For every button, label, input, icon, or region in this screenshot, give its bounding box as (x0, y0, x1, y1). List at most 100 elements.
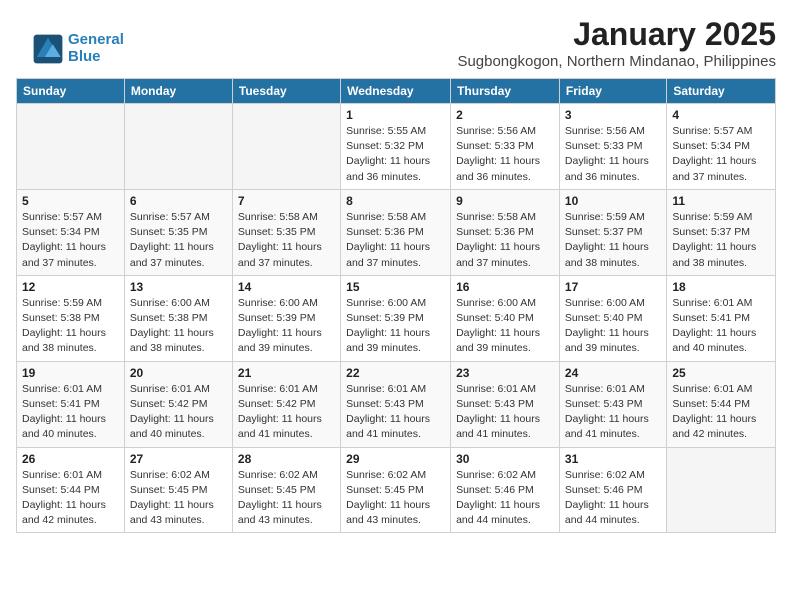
calendar-cell: 18Sunrise: 6:01 AMSunset: 5:41 PMDayligh… (667, 275, 776, 361)
weekday-header-wednesday: Wednesday (341, 79, 451, 104)
calendar-week-3: 12Sunrise: 5:59 AMSunset: 5:38 PMDayligh… (17, 275, 776, 361)
day-info: Sunrise: 6:00 AMSunset: 5:40 PMDaylight:… (565, 296, 661, 357)
day-info: Sunrise: 5:58 AMSunset: 5:35 PMDaylight:… (238, 210, 335, 271)
day-number: 2 (456, 108, 554, 122)
day-info: Sunrise: 5:58 AMSunset: 5:36 PMDaylight:… (456, 210, 554, 271)
day-number: 8 (346, 194, 445, 208)
location-subtitle: Sugbongkogon, Northern Mindanao, Philipp… (16, 53, 776, 70)
weekday-header-saturday: Saturday (667, 79, 776, 104)
calendar-cell: 20Sunrise: 6:01 AMSunset: 5:42 PMDayligh… (124, 361, 232, 447)
weekday-header-row: SundayMondayTuesdayWednesdayThursdayFrid… (17, 79, 776, 104)
day-number: 19 (22, 366, 119, 380)
day-number: 16 (456, 280, 554, 294)
calendar-cell: 4 Sunrise: 5:57 AMSunset: 5:34 PMDaylight… (667, 104, 776, 190)
logo-line1: General (68, 31, 124, 48)
weekday-header-friday: Friday (559, 79, 666, 104)
day-info: Sunrise: 6:02 AMSunset: 5:45 PMDaylight:… (346, 468, 445, 529)
calendar-cell: 27 Sunrise: 6:02 AMSunset: 5:45 PMDayligh… (124, 447, 232, 533)
day-number: 18 (672, 280, 770, 294)
day-info: Sunrise: 5:56 AMSunset: 5:33 PMDaylight:… (456, 124, 554, 185)
day-info: Sunrise: 6:00 AMSunset: 5:40 PMDaylight:… (456, 296, 554, 357)
top-section: General Blue January 2025 Sugbongkogon, … (16, 16, 776, 70)
logo-icon (32, 33, 64, 65)
calendar-cell: 1 Sunrise: 5:55 AMSunset: 5:32 PMDaylight… (341, 104, 451, 190)
day-number: 25 (672, 366, 770, 380)
calendar-cell: 29Sunrise: 6:02 AMSunset: 5:45 PMDayligh… (341, 447, 451, 533)
day-info: Sunrise: 6:01 AMSunset: 5:43 PMDaylight:… (346, 382, 445, 443)
day-number: 17 (565, 280, 661, 294)
day-info: Sunrise: 5:55 AMSunset: 5:32 PMDaylight:… (346, 124, 445, 185)
logo: General Blue (32, 32, 124, 65)
calendar-cell: 23 Sunrise: 6:01 AMSunset: 5:43 PMDayligh… (451, 361, 560, 447)
day-number: 24 (565, 366, 661, 380)
calendar-cell: 9 Sunrise: 5:58 AMSunset: 5:36 PMDaylight… (451, 189, 560, 275)
calendar-cell: 6 Sunrise: 5:57 AMSunset: 5:35 PMDaylight… (124, 189, 232, 275)
day-info: Sunrise: 5:59 AMSunset: 5:37 PMDaylight:… (672, 210, 770, 271)
calendar-cell: 15 Sunrise: 6:00 AMSunset: 5:39 PMDayligh… (341, 275, 451, 361)
calendar-cell: 21Sunrise: 6:01 AMSunset: 5:42 PMDayligh… (232, 361, 340, 447)
day-number: 28 (238, 452, 335, 466)
month-year-title: January 2025 (16, 16, 776, 53)
day-number: 13 (130, 280, 227, 294)
day-number: 5 (22, 194, 119, 208)
calendar-cell: 17 Sunrise: 6:00 AMSunset: 5:40 PMDayligh… (559, 275, 666, 361)
day-info: Sunrise: 6:01 AMSunset: 5:42 PMDaylight:… (238, 382, 335, 443)
day-info: Sunrise: 6:02 AMSunset: 5:45 PMDaylight:… (238, 468, 335, 529)
weekday-header-sunday: Sunday (17, 79, 125, 104)
calendar-cell: 3 Sunrise: 5:56 AMSunset: 5:33 PMDaylight… (559, 104, 666, 190)
day-number: 9 (456, 194, 554, 208)
day-number: 15 (346, 280, 445, 294)
day-number: 6 (130, 194, 227, 208)
day-info: Sunrise: 5:57 AMSunset: 5:35 PMDaylight:… (130, 210, 227, 271)
calendar-cell: 24 Sunrise: 6:01 AMSunset: 5:43 PMDayligh… (559, 361, 666, 447)
day-info: Sunrise: 5:58 AMSunset: 5:36 PMDaylight:… (346, 210, 445, 271)
day-info: Sunrise: 6:01 AMSunset: 5:41 PMDaylight:… (22, 382, 119, 443)
day-info: Sunrise: 6:01 AMSunset: 5:42 PMDaylight:… (130, 382, 227, 443)
day-number: 26 (22, 452, 119, 466)
day-number: 4 (672, 108, 770, 122)
calendar-week-5: 26 Sunrise: 6:01 AMSunset: 5:44 PMDayligh… (17, 447, 776, 533)
calendar-cell: 11 Sunrise: 5:59 AMSunset: 5:37 PMDayligh… (667, 189, 776, 275)
calendar-header: SundayMondayTuesdayWednesdayThursdayFrid… (17, 79, 776, 104)
calendar-cell (667, 447, 776, 533)
day-info: Sunrise: 5:57 AMSunset: 5:34 PMDaylight:… (672, 124, 770, 185)
logo-line2: Blue (68, 48, 101, 65)
day-info: Sunrise: 5:59 AMSunset: 5:38 PMDaylight:… (22, 296, 119, 357)
calendar-cell: 19 Sunrise: 6:01 AMSunset: 5:41 PMDayligh… (17, 361, 125, 447)
day-info: Sunrise: 6:00 AMSunset: 5:39 PMDaylight:… (346, 296, 445, 357)
day-info: Sunrise: 5:56 AMSunset: 5:33 PMDaylight:… (565, 124, 661, 185)
calendar-cell: 31Sunrise: 6:02 AMSunset: 5:46 PMDayligh… (559, 447, 666, 533)
day-number: 23 (456, 366, 554, 380)
day-number: 3 (565, 108, 661, 122)
calendar-body: 1 Sunrise: 5:55 AMSunset: 5:32 PMDaylight… (17, 104, 776, 533)
weekday-header-tuesday: Tuesday (232, 79, 340, 104)
day-number: 1 (346, 108, 445, 122)
calendar-cell: 12Sunrise: 5:59 AMSunset: 5:38 PMDayligh… (17, 275, 125, 361)
calendar-cell: 10Sunrise: 5:59 AMSunset: 5:37 PMDayligh… (559, 189, 666, 275)
day-info: Sunrise: 6:01 AMSunset: 5:43 PMDaylight:… (456, 382, 554, 443)
day-number: 11 (672, 194, 770, 208)
day-info: Sunrise: 5:57 AMSunset: 5:34 PMDaylight:… (22, 210, 119, 271)
calendar-cell: 13Sunrise: 6:00 AMSunset: 5:38 PMDayligh… (124, 275, 232, 361)
day-number: 27 (130, 452, 227, 466)
calendar-cell: 7Sunrise: 5:58 AMSunset: 5:35 PMDaylight… (232, 189, 340, 275)
calendar-cell: 30 Sunrise: 6:02 AMSunset: 5:46 PMDayligh… (451, 447, 560, 533)
day-number: 10 (565, 194, 661, 208)
day-info: Sunrise: 6:01 AMSunset: 5:43 PMDaylight:… (565, 382, 661, 443)
calendar-cell (124, 104, 232, 190)
day-number: 22 (346, 366, 445, 380)
day-info: Sunrise: 6:02 AMSunset: 5:45 PMDaylight:… (130, 468, 227, 529)
calendar-table: SundayMondayTuesdayWednesdayThursdayFrid… (16, 78, 776, 533)
day-number: 30 (456, 452, 554, 466)
calendar-week-1: 1 Sunrise: 5:55 AMSunset: 5:32 PMDaylight… (17, 104, 776, 190)
calendar-cell: 5 Sunrise: 5:57 AMSunset: 5:34 PMDaylight… (17, 189, 125, 275)
logo-text: General Blue (68, 32, 124, 65)
calendar-cell: 14Sunrise: 6:00 AMSunset: 5:39 PMDayligh… (232, 275, 340, 361)
calendar-cell: 26 Sunrise: 6:01 AMSunset: 5:44 PMDayligh… (17, 447, 125, 533)
weekday-header-thursday: Thursday (451, 79, 560, 104)
day-info: Sunrise: 6:01 AMSunset: 5:44 PMDaylight:… (22, 468, 119, 529)
day-number: 31 (565, 452, 661, 466)
calendar-cell: 2 Sunrise: 5:56 AMSunset: 5:33 PMDaylight… (451, 104, 560, 190)
calendar-cell: 8 Sunrise: 5:58 AMSunset: 5:36 PMDaylight… (341, 189, 451, 275)
day-info: Sunrise: 6:02 AMSunset: 5:46 PMDaylight:… (456, 468, 554, 529)
